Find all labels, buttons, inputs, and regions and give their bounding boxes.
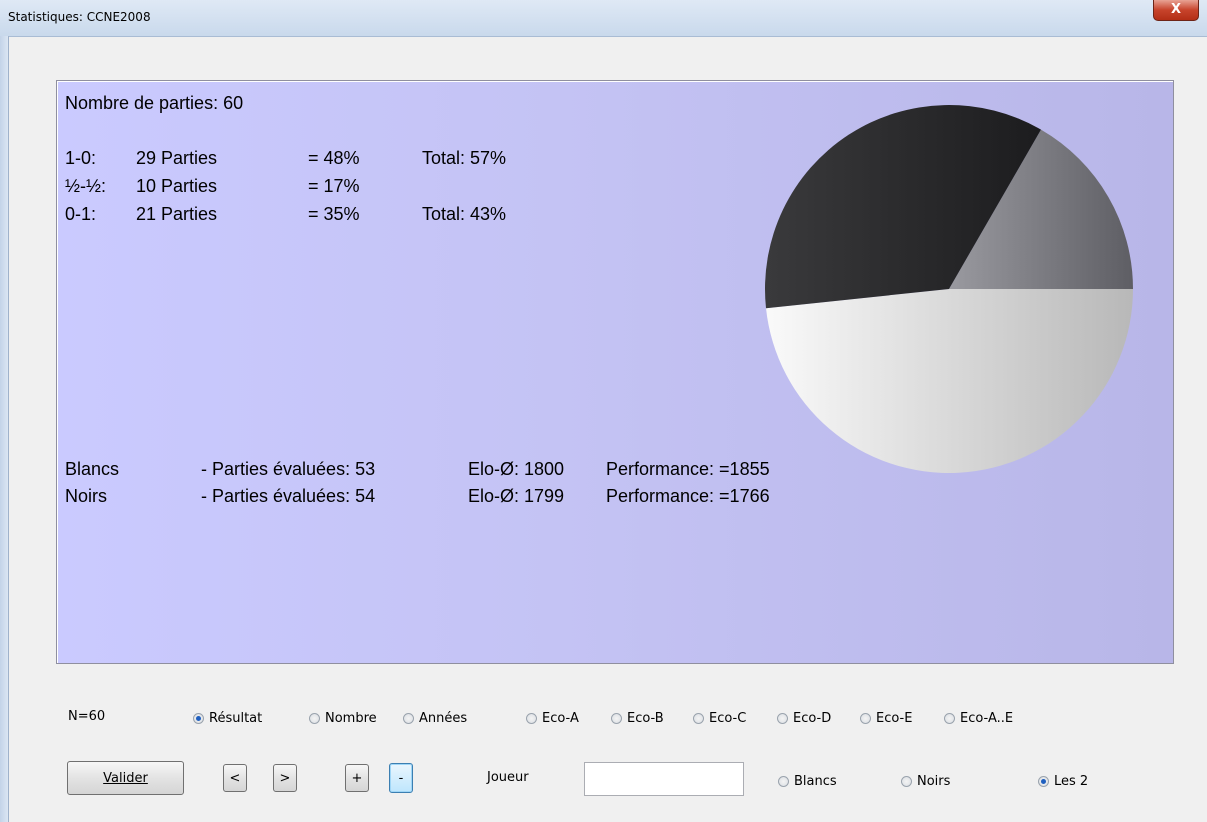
side-radio[interactable]: Blancs <box>778 772 837 790</box>
player-evaluated: - Parties évaluées: 53 <box>201 459 376 479</box>
mode-radio[interactable]: Eco-B <box>611 709 664 727</box>
games-count: Nombre de parties: 60 <box>65 93 244 113</box>
radio-indicator-icon <box>1038 775 1049 787</box>
radio-indicator-icon <box>526 712 537 724</box>
radio-indicator-icon <box>860 712 871 724</box>
mode-radio-label: Eco-C <box>709 710 747 726</box>
next-label: > <box>279 770 291 786</box>
mode-radio[interactable]: Eco-D <box>777 709 831 727</box>
player-input[interactable] <box>584 762 744 796</box>
result-percent: = 17% <box>308 176 360 196</box>
result-label: 1-0: <box>65 148 97 168</box>
radio-indicator-icon <box>944 712 955 724</box>
mode-radio[interactable]: Nombre <box>309 709 377 727</box>
result-games: 29 Parties <box>136 148 218 168</box>
side-radio[interactable]: Les 2 <box>1038 772 1088 790</box>
decrease-label: - <box>398 770 404 786</box>
decrease-button[interactable]: - <box>389 763 413 793</box>
mode-radio-label: Nombre <box>325 710 377 726</box>
player-side: Blancs <box>65 459 120 479</box>
mode-radio[interactable]: Eco-E <box>860 709 912 727</box>
close-button[interactable]: X <box>1153 0 1199 21</box>
radio-indicator-icon <box>901 775 912 787</box>
mode-radio[interactable]: Eco-A <box>526 709 579 727</box>
radio-indicator-icon <box>193 712 204 724</box>
title-bar: Statistiques: CCNE2008 X <box>0 0 1207 37</box>
statistics-panel: Nombre de parties: 60 1-0: 29 Parties = … <box>56 80 1174 664</box>
mode-radio-label: Eco-E <box>876 710 913 726</box>
result-games: 10 Parties <box>136 176 218 196</box>
previous-button[interactable]: < <box>223 764 247 792</box>
mode-radio-label: Eco-A..E <box>960 710 1014 726</box>
side-radio-label: Noirs <box>917 773 951 789</box>
count-label: N=60 <box>68 709 106 724</box>
player-elo: Elo-Ø: 1800 <box>468 459 565 479</box>
window-frame <box>0 36 9 822</box>
result-percent: = 48% <box>308 148 360 168</box>
mode-radio-label: Eco-A <box>542 710 579 726</box>
mode-radio-label: Résultat <box>209 710 263 726</box>
side-radio-label: Blancs <box>794 773 837 789</box>
player-performance: Performance: =1855 <box>606 459 770 479</box>
mode-radio[interactable]: Eco-A..E <box>944 709 1013 727</box>
mode-radio-label: Eco-D <box>793 710 832 726</box>
player-performance: Performance: =1766 <box>606 486 770 506</box>
radio-indicator-icon <box>693 712 704 724</box>
validate-button[interactable]: Valider <box>67 761 184 795</box>
radio-indicator-icon <box>611 712 622 724</box>
next-button[interactable]: > <box>273 764 297 792</box>
mode-radio[interactable]: Résultat <box>193 709 262 727</box>
mode-radio[interactable]: Années <box>403 709 467 727</box>
result-label: ½-½: <box>65 176 107 196</box>
side-radio[interactable]: Noirs <box>901 772 950 790</box>
player-evaluated: - Parties évaluées: 54 <box>201 486 376 506</box>
player-side: Noirs <box>65 486 108 506</box>
mode-radio-label: Eco-B <box>627 710 664 726</box>
result-total: Total: 43% <box>422 204 507 224</box>
increase-label: + <box>351 770 363 786</box>
validate-label: Valider <box>103 770 148 786</box>
result-games: 21 Parties <box>136 204 218 224</box>
side-radio-label: Les 2 <box>1054 773 1089 789</box>
result-pie-chart <box>765 104 1133 474</box>
window-title: Statistiques: CCNE2008 <box>8 10 151 24</box>
increase-button[interactable]: + <box>345 764 369 792</box>
radio-indicator-icon <box>778 775 789 787</box>
player-elo: Elo-Ø: 1799 <box>468 486 565 506</box>
result-total: Total: 57% <box>422 148 507 168</box>
result-percent: = 35% <box>308 204 360 224</box>
previous-label: < <box>229 770 241 786</box>
radio-indicator-icon <box>403 712 414 724</box>
result-label: 0-1: <box>65 204 97 224</box>
close-icon: X <box>1170 2 1182 17</box>
player-label: Joueur <box>487 770 529 785</box>
radio-indicator-icon <box>777 712 788 724</box>
radio-indicator-icon <box>309 712 320 724</box>
pie-slice <box>766 289 1133 474</box>
mode-radio[interactable]: Eco-C <box>693 709 746 727</box>
mode-radio-label: Années <box>419 710 468 726</box>
